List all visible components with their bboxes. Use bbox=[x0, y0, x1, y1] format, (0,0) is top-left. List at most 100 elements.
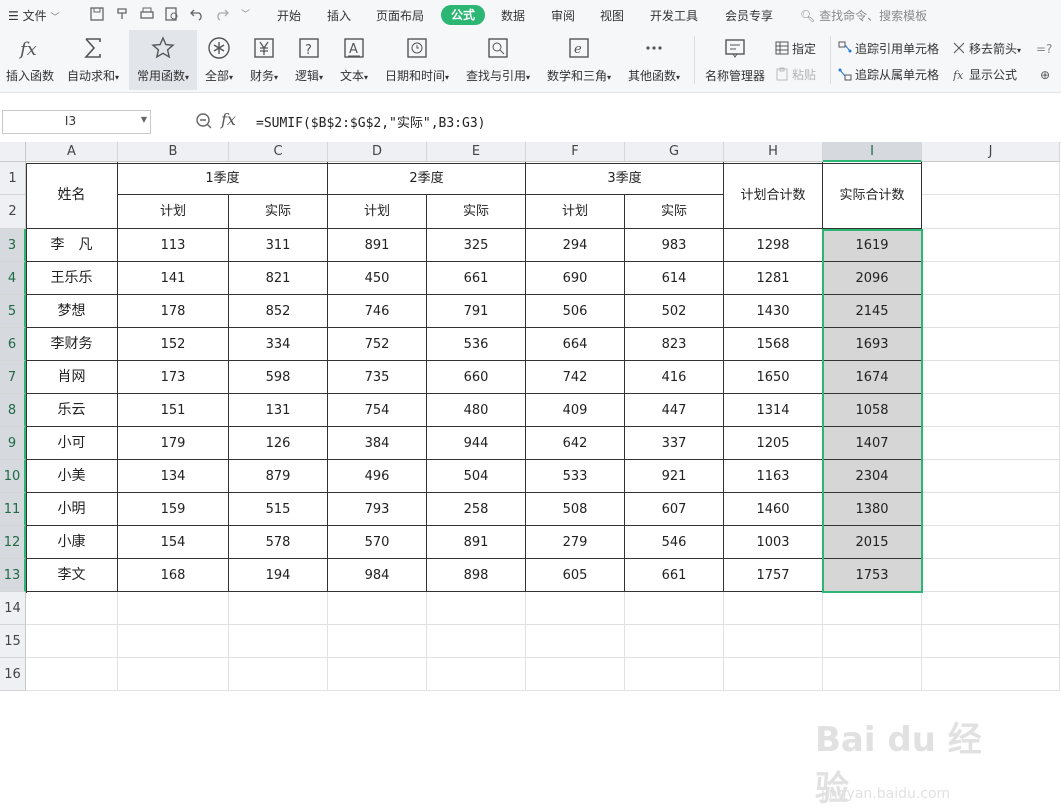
empty-cell[interactable] bbox=[922, 394, 1060, 427]
row-header-3[interactable]: 3 bbox=[0, 229, 26, 262]
value-cell[interactable]: 746 bbox=[328, 295, 427, 328]
empty-cell[interactable] bbox=[922, 493, 1060, 526]
value-cell[interactable]: 279 bbox=[526, 526, 625, 559]
column-header-h[interactable]: H bbox=[724, 142, 823, 162]
show-formulas-button[interactable]: fx 显示公式 bbox=[952, 66, 1017, 84]
empty-cell[interactable] bbox=[922, 328, 1060, 361]
select-all-corner[interactable] bbox=[0, 142, 26, 162]
value-cell[interactable]: 690 bbox=[526, 262, 625, 295]
format-painter-icon[interactable] bbox=[115, 6, 131, 22]
header-actual-cell[interactable]: 实际 bbox=[625, 195, 724, 229]
print-icon[interactable] bbox=[139, 6, 155, 22]
row-header-15[interactable]: 15 bbox=[0, 625, 26, 658]
common-functions-button[interactable]: 常用函数▾ bbox=[129, 30, 197, 90]
value-cell[interactable]: 515 bbox=[229, 493, 328, 526]
value-cell[interactable]: 605 bbox=[526, 559, 625, 592]
value-cell[interactable]: 1430 bbox=[724, 295, 823, 328]
value-cell[interactable]: 294 bbox=[526, 229, 625, 262]
value-cell[interactable]: 661 bbox=[625, 559, 724, 592]
name-box[interactable]: I3 ▼ bbox=[2, 110, 151, 134]
empty-cell[interactable] bbox=[229, 592, 328, 625]
empty-cell[interactable] bbox=[724, 658, 823, 691]
actual-total-cell[interactable]: 2304 bbox=[823, 460, 922, 493]
value-cell[interactable]: 898 bbox=[427, 559, 526, 592]
tab-review[interactable]: 审阅 bbox=[551, 7, 575, 24]
tab-view[interactable]: 视图 bbox=[600, 7, 624, 24]
value-cell[interactable]: 570 bbox=[328, 526, 427, 559]
empty-cell[interactable] bbox=[526, 592, 625, 625]
column-header-e[interactable]: E bbox=[427, 142, 526, 162]
row-header-8[interactable]: 8 bbox=[0, 394, 26, 427]
value-cell[interactable]: 337 bbox=[625, 427, 724, 460]
name-cell[interactable]: 李 凡 bbox=[26, 229, 118, 262]
logical-button[interactable]: ? 逻辑▾ bbox=[290, 30, 328, 90]
fx-icon[interactable]: fx bbox=[221, 110, 236, 129]
value-cell[interactable]: 1650 bbox=[724, 361, 823, 394]
value-cell[interactable]: 598 bbox=[229, 361, 328, 394]
value-cell[interactable]: 168 bbox=[118, 559, 229, 592]
value-cell[interactable]: 891 bbox=[328, 229, 427, 262]
empty-cell[interactable] bbox=[229, 658, 328, 691]
value-cell[interactable]: 607 bbox=[625, 493, 724, 526]
row-header-4[interactable]: 4 bbox=[0, 262, 26, 295]
tab-member[interactable]: 会员专享 bbox=[725, 7, 773, 24]
empty-cell[interactable] bbox=[922, 229, 1060, 262]
tab-insert[interactable]: 插入 bbox=[327, 7, 351, 24]
empty-cell[interactable] bbox=[922, 625, 1060, 658]
empty-cell[interactable] bbox=[922, 526, 1060, 559]
value-cell[interactable]: 1298 bbox=[724, 229, 823, 262]
value-cell[interactable]: 409 bbox=[526, 394, 625, 427]
empty-cell[interactable] bbox=[823, 625, 922, 658]
value-cell[interactable]: 141 bbox=[118, 262, 229, 295]
value-cell[interactable]: 944 bbox=[427, 427, 526, 460]
header-actual-cell[interactable]: 实际 bbox=[427, 195, 526, 229]
row-header-10[interactable]: 10 bbox=[0, 460, 26, 493]
value-cell[interactable]: 891 bbox=[427, 526, 526, 559]
value-cell[interactable]: 664 bbox=[526, 328, 625, 361]
value-cell[interactable]: 754 bbox=[328, 394, 427, 427]
value-cell[interactable]: 742 bbox=[526, 361, 625, 394]
financial-button[interactable]: 财务▾ bbox=[245, 30, 283, 90]
undo-icon[interactable] bbox=[189, 6, 205, 22]
value-cell[interactable]: 546 bbox=[625, 526, 724, 559]
trace-precedents-button[interactable]: 追踪引用单元格 bbox=[838, 40, 939, 58]
empty-cell[interactable] bbox=[229, 625, 328, 658]
value-cell[interactable]: 1205 bbox=[724, 427, 823, 460]
tab-formulas[interactable]: 公式 bbox=[441, 5, 485, 25]
error-check-icon[interactable]: =? bbox=[1036, 40, 1052, 58]
row-header-14[interactable]: 14 bbox=[0, 592, 26, 625]
empty-cell[interactable] bbox=[922, 592, 1060, 625]
row-header-7[interactable]: 7 bbox=[0, 361, 26, 394]
column-header-g[interactable]: G bbox=[625, 142, 724, 162]
more-icon[interactable]: ﹀ bbox=[241, 7, 250, 20]
tab-home[interactable]: 开始 bbox=[277, 7, 301, 24]
empty-cell[interactable] bbox=[328, 658, 427, 691]
empty-cell[interactable] bbox=[724, 592, 823, 625]
actual-total-cell[interactable]: 1674 bbox=[823, 361, 922, 394]
empty-cell[interactable] bbox=[922, 262, 1060, 295]
date-time-button[interactable]: 日期和时间▾ bbox=[380, 30, 454, 90]
value-cell[interactable]: 661 bbox=[427, 262, 526, 295]
command-search[interactable]: 🔍︎ 查找命令、搜索模板 bbox=[800, 7, 927, 24]
empty-cell[interactable] bbox=[118, 625, 229, 658]
empty-cell[interactable] bbox=[26, 592, 118, 625]
value-cell[interactable]: 533 bbox=[526, 460, 625, 493]
save-icon[interactable] bbox=[89, 6, 105, 22]
empty-cell[interactable] bbox=[26, 658, 118, 691]
value-cell[interactable]: 1281 bbox=[724, 262, 823, 295]
tab-developer[interactable]: 开发工具 bbox=[650, 7, 698, 24]
header-plan-cell[interactable]: 计划 bbox=[118, 195, 229, 229]
empty-cell[interactable] bbox=[823, 658, 922, 691]
actual-total-cell[interactable]: 1380 bbox=[823, 493, 922, 526]
value-cell[interactable]: 752 bbox=[328, 328, 427, 361]
paste-button[interactable]: 粘贴 bbox=[775, 66, 816, 84]
value-cell[interactable]: 1003 bbox=[724, 526, 823, 559]
value-cell[interactable]: 984 bbox=[328, 559, 427, 592]
value-cell[interactable]: 508 bbox=[526, 493, 625, 526]
name-cell[interactable]: 肖网 bbox=[26, 361, 118, 394]
empty-cell[interactable] bbox=[118, 658, 229, 691]
column-header-j[interactable]: J bbox=[922, 142, 1060, 162]
header-plan-total-cell[interactable]: 计划合计数 bbox=[724, 162, 823, 229]
column-header-i[interactable]: I bbox=[823, 142, 922, 162]
empty-cell[interactable] bbox=[922, 658, 1060, 691]
